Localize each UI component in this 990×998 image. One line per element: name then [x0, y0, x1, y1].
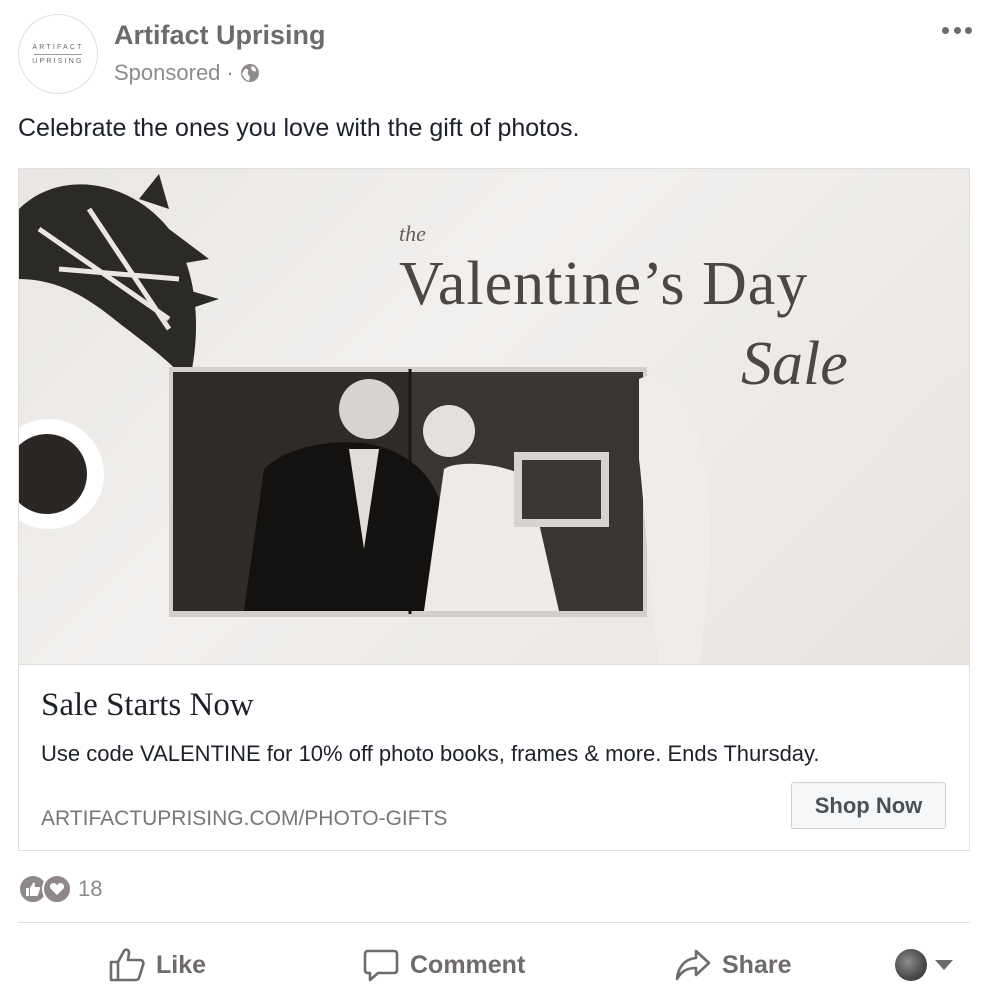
comment-icon: [363, 949, 399, 982]
more-dot: [965, 26, 972, 34]
headline-the: the: [399, 221, 426, 246]
sponsored-label[interactable]: Sponsored: [114, 60, 220, 86]
post-meta: Sponsored ·: [114, 60, 260, 86]
meta-separator: ·: [226, 60, 234, 85]
share-button[interactable]: Share: [674, 944, 791, 986]
thumbs-up-icon: [109, 948, 145, 982]
globe-icon[interactable]: [240, 63, 260, 83]
card-title[interactable]: Sale Starts Now: [41, 687, 254, 724]
more-options-icon[interactable]: [942, 22, 972, 38]
share-icon: [675, 949, 711, 981]
headline-sale: Sale: [741, 330, 848, 398]
page-name-link[interactable]: Artifact Uprising: [114, 20, 326, 51]
user-avatar: [895, 949, 927, 981]
actions-divider: [18, 922, 970, 923]
page-avatar[interactable]: ARTIFACT UPRISING: [18, 14, 98, 94]
love-reaction-icon: [42, 874, 72, 904]
link-card[interactable]: Sale Starts Now Use code VALENTINE for 1…: [18, 665, 970, 851]
card-url[interactable]: ARTIFACTUPRISING.COM/PHOTO-GIFTS: [41, 807, 447, 831]
post-text: Celebrate the ones you love with the gif…: [18, 114, 580, 142]
avatar-logo-line1: ARTIFACT: [32, 43, 84, 51]
share-label: Share: [722, 950, 792, 979]
shop-now-button[interactable]: Shop Now: [791, 782, 946, 829]
more-dot: [953, 26, 961, 34]
headline-main: Valentine’s Day: [399, 250, 809, 318]
reactions-summary[interactable]: 18: [18, 874, 102, 904]
card-description: Use code VALENTINE for 10% off photo boo…: [41, 741, 820, 766]
leaf-illustration: [19, 174, 219, 384]
avatar-logo-line2: UPRISING: [32, 57, 84, 65]
avatar-logo-rule: [34, 53, 82, 55]
post-as-selector[interactable]: [895, 949, 953, 981]
more-dot: [942, 26, 949, 34]
sponsored-post: ARTIFACT UPRISING Artifact Uprising Spon…: [0, 0, 990, 998]
like-button[interactable]: Like: [108, 944, 206, 986]
comment-label: Comment: [410, 950, 526, 979]
comment-button[interactable]: Comment: [362, 944, 525, 986]
ad-image[interactable]: the Valentine’s Day Sale: [18, 168, 970, 665]
reaction-count: 18: [78, 876, 103, 901]
ad-image-art: [19, 174, 710, 664]
like-label: Like: [156, 950, 207, 979]
chevron-down-icon: [935, 960, 953, 970]
